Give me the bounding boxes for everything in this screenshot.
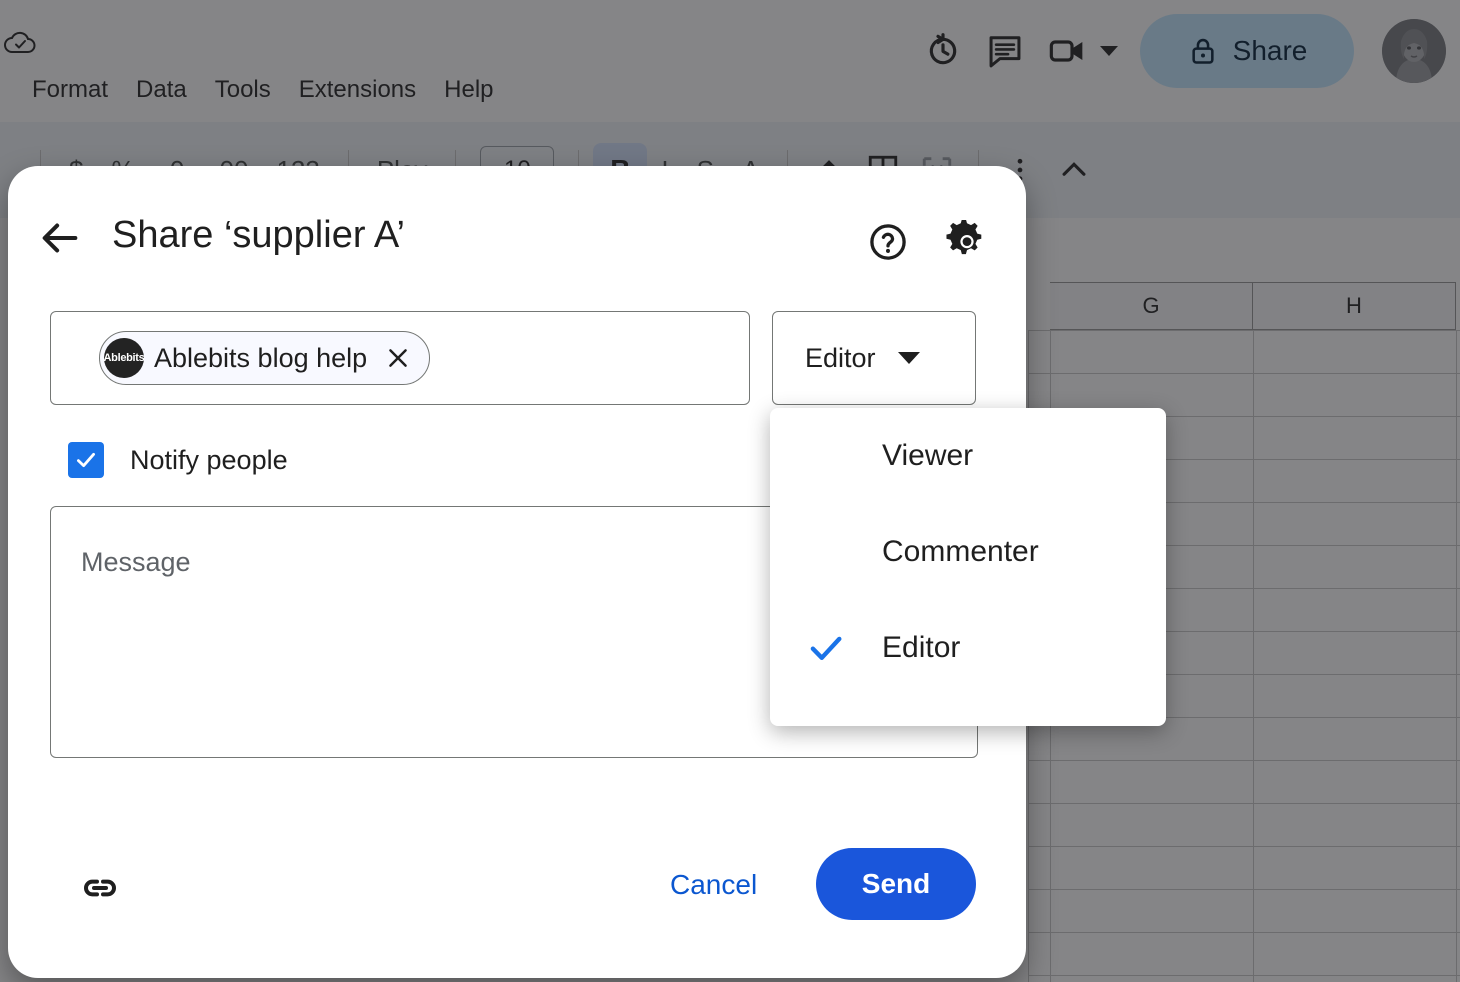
role-select-button[interactable]: Editor <box>772 311 976 405</box>
send-button[interactable]: Send <box>816 848 976 920</box>
recipient-chip[interactable]: Ablebits Ablebits blog help <box>99 331 431 385</box>
role-option-label: Commenter <box>882 535 1039 568</box>
recipient-name: Ablebits blog help <box>154 342 368 373</box>
message-placeholder: Message <box>81 547 191 577</box>
avatar: Ablebits <box>104 338 145 378</box>
notify-people-checkbox[interactable]: Notify people <box>68 442 288 478</box>
role-option-label: Viewer <box>882 439 974 472</box>
checkbox-checked[interactable] <box>68 442 104 478</box>
role-select-value: Editor <box>805 342 876 373</box>
back-arrow-icon[interactable] <box>34 212 86 264</box>
check-icon <box>770 627 882 669</box>
close-icon[interactable] <box>381 341 415 375</box>
cancel-button[interactable]: Cancel <box>646 856 781 914</box>
link-icon[interactable] <box>74 862 126 914</box>
check-icon <box>77 452 95 468</box>
gear-icon[interactable] <box>941 216 993 268</box>
screen: Format Data Tools Extensions Help <box>0 0 1460 982</box>
people-input-field[interactable]: Ablebits Ablebits blog help <box>50 311 750 405</box>
notify-people-label: Notify people <box>130 444 288 475</box>
role-option-viewer[interactable]: Viewer <box>770 408 1166 504</box>
role-option-commenter[interactable]: Commenter <box>770 504 1166 600</box>
role-dropdown-menu: Viewer Commenter Editor <box>770 408 1166 726</box>
help-circle-icon[interactable] <box>862 216 914 268</box>
role-option-editor[interactable]: Editor <box>770 600 1166 696</box>
chevron-down-icon <box>897 352 920 364</box>
role-option-label: Editor <box>882 631 961 664</box>
page-title: Share ‘supplier A’ <box>112 214 405 256</box>
